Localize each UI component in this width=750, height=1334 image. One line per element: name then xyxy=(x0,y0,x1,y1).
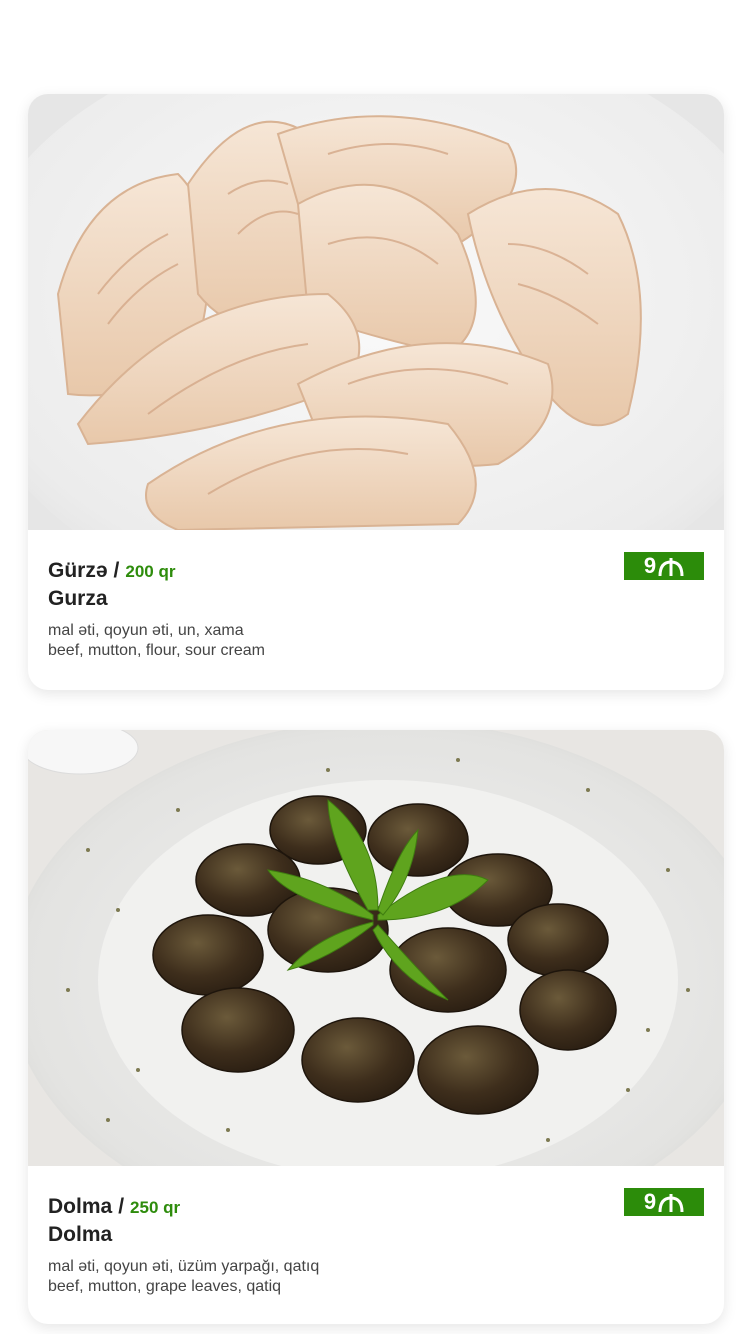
menu-item-title: Dolma / 250 qr xyxy=(48,1194,704,1221)
item-weight: 250 qr xyxy=(130,1198,181,1217)
price-value: 9 xyxy=(643,1189,657,1214)
item-name-az: Dolma xyxy=(48,1195,113,1218)
manat-icon xyxy=(658,556,684,577)
item-name-en: Dolma xyxy=(48,1223,113,1246)
dolma-photo xyxy=(28,730,724,1166)
manat-icon xyxy=(658,1192,684,1213)
ingredients-en: beef, mutton, grape leaves, qatiq xyxy=(48,1278,282,1295)
price-badge: 9 xyxy=(624,552,704,580)
item-ingredients: mal əti, qoyun əti, üzüm yarpağı, qatıq … xyxy=(48,1257,704,1297)
menu-item-card[interactable]: Dolma / 250 qr Dolma mal əti, qoyun əti,… xyxy=(28,730,724,1324)
item-name-az: Gürzə xyxy=(48,559,108,582)
menu-page: Gürzə / 200 qr Gurza mal əti, qoyun əti,… xyxy=(0,0,750,1334)
ingredients-az: mal əti, qoyun əti, üzüm yarpağı, qatıq xyxy=(48,1258,320,1275)
menu-item-card[interactable]: Gürzə / 200 qr Gurza mal əti, qoyun əti,… xyxy=(28,94,724,690)
item-name-en: Gurza xyxy=(48,587,108,610)
title-separator: / xyxy=(118,1195,125,1218)
menu-item-info: Gürzə / 200 qr Gurza mal əti, qoyun əti,… xyxy=(28,530,724,690)
price-badge: 9 xyxy=(624,1188,704,1216)
ingredients-en: beef, mutton, flour, sour cream xyxy=(48,642,265,659)
dumplings-photo xyxy=(28,94,724,530)
ingredients-az: mal əti, qoyun əti, un, xama xyxy=(48,622,244,639)
menu-item-title: Gürzə / 200 qr xyxy=(48,558,704,585)
price-value: 9 xyxy=(643,553,657,578)
item-weight: 200 qr xyxy=(125,562,176,581)
menu-item-info: Dolma / 250 qr Dolma mal əti, qoyun əti,… xyxy=(28,1166,724,1324)
item-ingredients: mal əti, qoyun əti, un, xama beef, mutto… xyxy=(48,621,704,661)
title-separator: / xyxy=(113,559,120,582)
